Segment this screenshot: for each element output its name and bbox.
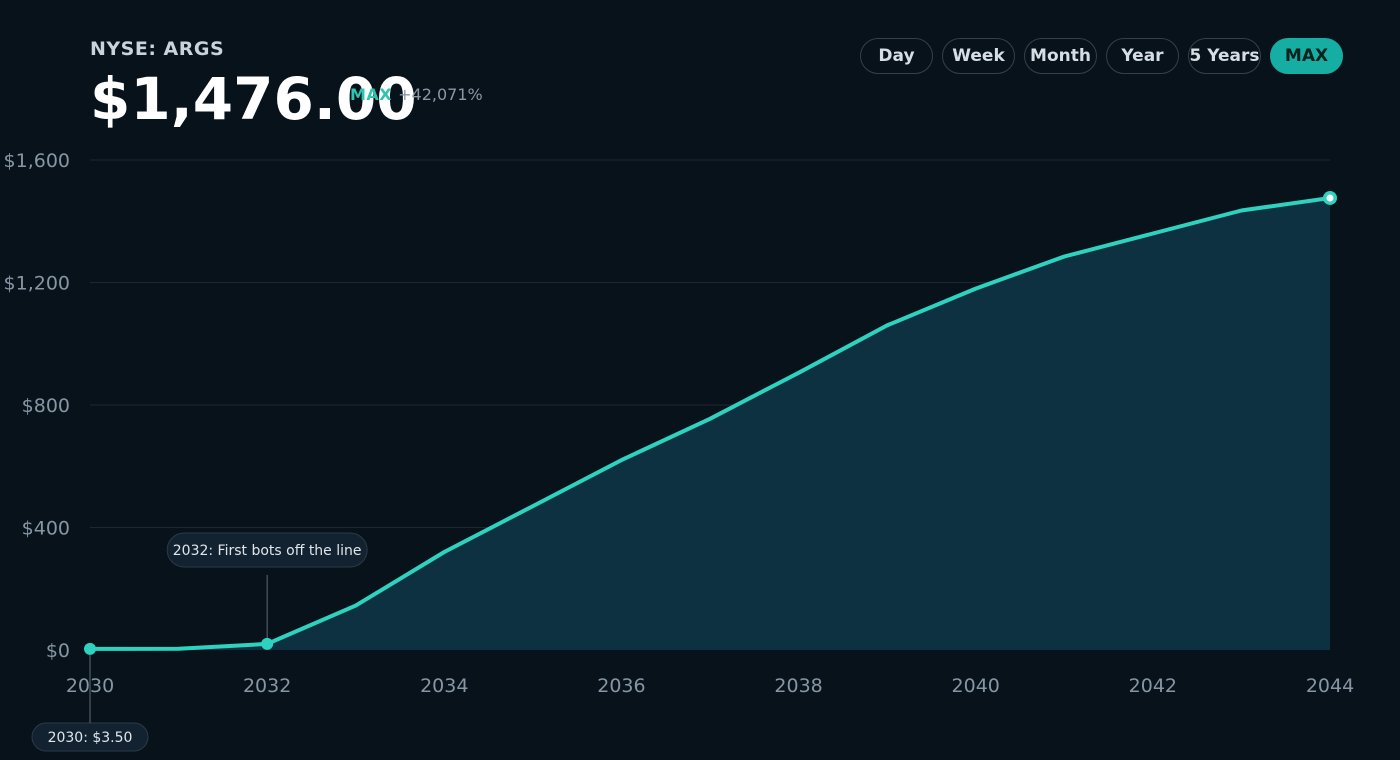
stock-chart-widget: NYSE: ARGS $1,476.00 MAX +42,071% Day Wee…	[0, 0, 1400, 760]
x-tick-label: 2032	[243, 675, 291, 697]
y-axis: $0 $400 $800 $1,200 $1,600	[4, 150, 70, 662]
x-tick-label: 2040	[952, 675, 1000, 697]
annotation: 2030: $3.50	[31, 654, 149, 752]
annotated-point-marker	[84, 642, 96, 655]
y-tick-label: $1,600	[4, 150, 70, 172]
price-chart: $0$400$800$1,200$1,600 2030 2032 2034 2036 2…	[4, 150, 1354, 752]
x-tick-label: 2034	[420, 675, 468, 697]
last-price-marker-center	[1326, 194, 1334, 202]
price-area-fill	[90, 198, 1330, 650]
x-tick-label: 2044	[1306, 675, 1354, 697]
y-tick-label: $1,200	[4, 273, 70, 295]
annotation-text: 2030: $3.50	[48, 730, 133, 746]
y-tick-label: $400	[22, 518, 70, 540]
y-tick-label: $0	[46, 640, 70, 662]
x-tick-label: 2038	[774, 675, 822, 697]
x-axis: 2030 2032 2034 2036 2038 2040 2042 2044	[66, 675, 1354, 697]
annotation-text: 2032: First bots off the line	[173, 543, 362, 559]
x-tick-label: 2042	[1129, 675, 1177, 697]
y-tick-label: $800	[22, 395, 70, 417]
x-tick-label: 2036	[597, 675, 645, 697]
annotated-point-marker	[261, 637, 274, 650]
